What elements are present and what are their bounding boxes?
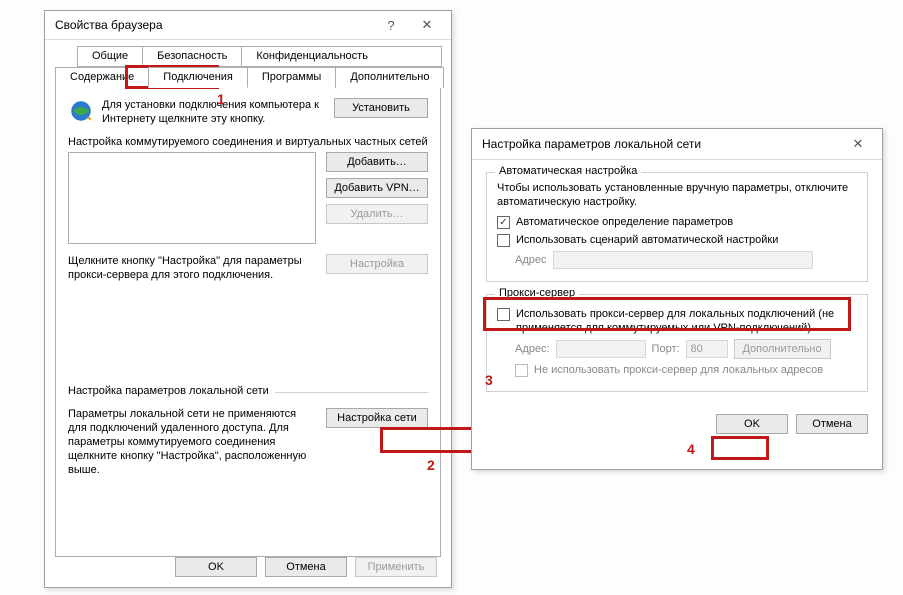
connections-listbox[interactable]	[68, 152, 316, 244]
setup-text: Для установки подключения компьютера к И…	[102, 98, 334, 126]
connections-panel: Для установки подключения компьютера к И…	[55, 87, 441, 557]
proxy-address-label: Адрес:	[515, 343, 550, 355]
lan-group: Настройка параметров локальной сети Пара…	[68, 392, 428, 477]
highlight-4	[711, 436, 769, 460]
lan-settings-button[interactable]: Настройка сети	[326, 408, 428, 428]
help-button[interactable]: ?	[373, 13, 409, 37]
proxy-port-input[interactable]	[686, 340, 728, 358]
auto-detect-label: Автоматическое определение параметров	[516, 215, 733, 229]
dialup-section-title: Настройка коммутируемого соединения и ви…	[68, 136, 428, 148]
window1-footer: OK Отмена Применить	[175, 557, 437, 577]
tab-programs[interactable]: Программы	[247, 67, 336, 88]
tab-connections[interactable]: Подключения	[148, 67, 248, 88]
internet-properties-window: Свойства браузера ? ✕ Общие Безопасность…	[44, 10, 452, 588]
auto-config-group: Автоматическая настройка Чтобы использов…	[486, 172, 868, 282]
proxy-address-input[interactable]	[556, 340, 646, 358]
add-vpn-button[interactable]: Добавить VPN…	[326, 178, 428, 198]
script-address-input[interactable]	[553, 251, 813, 269]
auto-detect-checkbox[interactable]	[497, 216, 510, 229]
titlebar: Настройка параметров локальной сети ✕	[472, 129, 882, 160]
proxy-legend: Прокси-сервер	[495, 287, 579, 299]
tab-security[interactable]: Безопасность	[142, 46, 242, 67]
dialup-settings-button[interactable]: Настройка	[326, 254, 428, 274]
window-title: Настройка параметров локальной сети	[482, 137, 840, 151]
setup-button[interactable]: Установить	[334, 98, 428, 118]
bypass-local-checkbox[interactable]	[515, 364, 528, 377]
remove-button[interactable]: Удалить…	[326, 204, 428, 224]
ok-button[interactable]: OK	[716, 414, 788, 434]
window2-footer: OK Отмена	[472, 414, 882, 434]
tab-general[interactable]: Общие	[77, 46, 143, 67]
use-proxy-label: Использовать прокси-сервер для локальных…	[516, 307, 857, 335]
annotation-4: 4	[687, 441, 695, 457]
globe-icon	[68, 98, 94, 124]
tabs-container: Общие Безопасность Конфиденциальность Со…	[55, 46, 441, 557]
close-button[interactable]: ✕	[409, 13, 445, 37]
close-icon: ✕	[853, 136, 864, 152]
proxy-port-label: Порт:	[652, 343, 680, 355]
tab-advanced[interactable]: Дополнительно	[335, 67, 444, 88]
use-proxy-checkbox[interactable]	[497, 308, 510, 321]
cancel-button[interactable]: Отмена	[265, 557, 347, 577]
lan-section-title: Настройка параметров локальной сети	[68, 385, 275, 397]
lan-settings-window: Настройка параметров локальной сети ✕ Ав…	[471, 128, 883, 470]
use-script-checkbox[interactable]	[497, 234, 510, 247]
add-button[interactable]: Добавить…	[326, 152, 428, 172]
tab-privacy[interactable]: Конфиденциальность	[241, 46, 442, 67]
auto-config-desc: Чтобы использовать установленные вручную…	[497, 181, 857, 209]
use-script-label: Использовать сценарий автоматической нас…	[516, 233, 778, 247]
bypass-local-label: Не использовать прокси-сервер для локаль…	[534, 363, 823, 377]
window-title: Свойства браузера	[55, 18, 373, 32]
lan-text: Параметры локальной сети не применяются …	[68, 407, 308, 477]
proxy-advanced-button[interactable]: Дополнительно	[734, 339, 831, 359]
auto-config-legend: Автоматическая настройка	[495, 165, 641, 177]
close-button[interactable]: ✕	[840, 132, 876, 156]
ok-button[interactable]: OK	[175, 557, 257, 577]
titlebar: Свойства браузера ? ✕	[45, 11, 451, 40]
tab-content[interactable]: Содержание	[55, 67, 149, 88]
proxy-group: Прокси-сервер Использовать прокси-сервер…	[486, 294, 868, 392]
close-icon: ✕	[422, 17, 433, 33]
help-icon: ?	[387, 18, 394, 33]
cancel-button[interactable]: Отмена	[796, 414, 868, 434]
dialup-note: Щелкните кнопку "Настройка" для параметр…	[68, 254, 326, 282]
apply-button[interactable]: Применить	[355, 557, 437, 577]
script-address-label: Адрес	[515, 254, 547, 266]
